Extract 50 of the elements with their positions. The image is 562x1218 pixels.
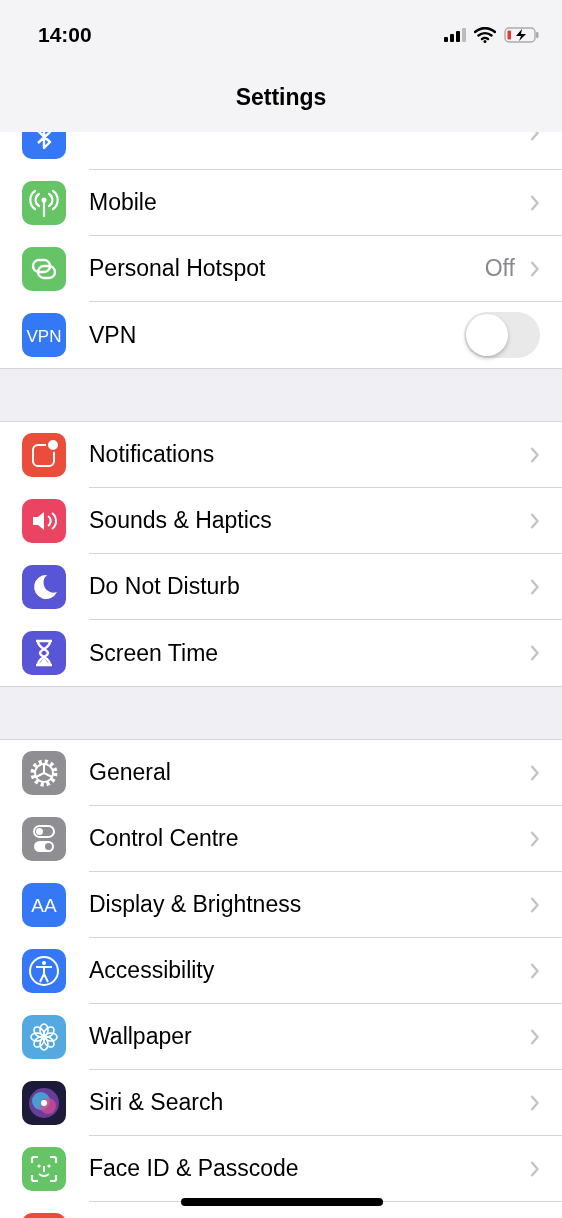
flower-icon <box>22 1015 66 1059</box>
chevron-icon <box>529 895 540 914</box>
gear-icon <box>22 751 66 795</box>
hourglass-icon <box>22 631 66 675</box>
orb-icon <box>22 1081 66 1125</box>
speaker-icon <box>22 499 66 543</box>
chevron-icon <box>529 1027 540 1046</box>
setting-label[interactable]: Screen Time <box>89 639 219 667</box>
chevron-icon <box>529 1093 540 1112</box>
chevron-icon <box>529 132 540 142</box>
setting-label[interactable]: Do Not Disturb <box>89 573 240 600</box>
chevron-icon <box>529 445 540 464</box>
setting-label[interactable]: Mobile <box>89 189 157 216</box>
setting-label[interactable]: VPN <box>89 321 137 349</box>
signal-icon <box>444 28 466 42</box>
accessibility-icon <box>22 949 66 993</box>
chevron-icon <box>529 763 540 782</box>
face-icon <box>22 1147 66 1191</box>
chevron-icon <box>529 577 540 596</box>
vpn-icon: VPN <box>22 313 66 357</box>
setting-label[interactable]: Notifications <box>89 441 215 468</box>
text-size-icon: AA <box>22 883 66 927</box>
setting-label[interactable]: Siri & Search <box>89 1089 224 1116</box>
setting-label[interactable]: Accessibility <box>89 957 215 984</box>
setting-label[interactable]: Control Centre <box>89 825 239 852</box>
setting-label[interactable]: General <box>89 759 171 786</box>
wifi-icon <box>474 27 496 43</box>
chevron-icon <box>529 829 540 848</box>
chevron-icon <box>529 644 540 662</box>
home-indicator[interactable] <box>181 1198 383 1206</box>
setting-label[interactable]: Display & Brightness <box>89 891 302 918</box>
page-title: Settings <box>234 84 328 111</box>
chevron-icon <box>529 961 540 980</box>
setting-label[interactable]: Face ID & Passcode <box>89 1155 299 1182</box>
toggle-switch[interactable] <box>464 312 540 358</box>
antenna-icon <box>22 181 66 225</box>
chain-link-icon <box>22 247 66 291</box>
chevron-icon <box>529 259 540 278</box>
status-time: 14:00 <box>38 23 92 47</box>
chevron-icon <box>529 1159 540 1178</box>
moon-icon <box>22 565 66 609</box>
setting-value: Off <box>484 255 515 282</box>
chevron-icon <box>529 193 540 212</box>
notification-icon <box>22 433 66 477</box>
switches-icon <box>22 817 66 861</box>
battery-icon <box>504 27 540 43</box>
setting-label[interactable]: Wallpaper <box>89 1023 192 1050</box>
setting-label[interactable]: Sounds & Haptics <box>89 507 272 534</box>
chevron-icon <box>529 511 540 530</box>
setting-label[interactable]: Personal Hotspot <box>89 255 266 282</box>
